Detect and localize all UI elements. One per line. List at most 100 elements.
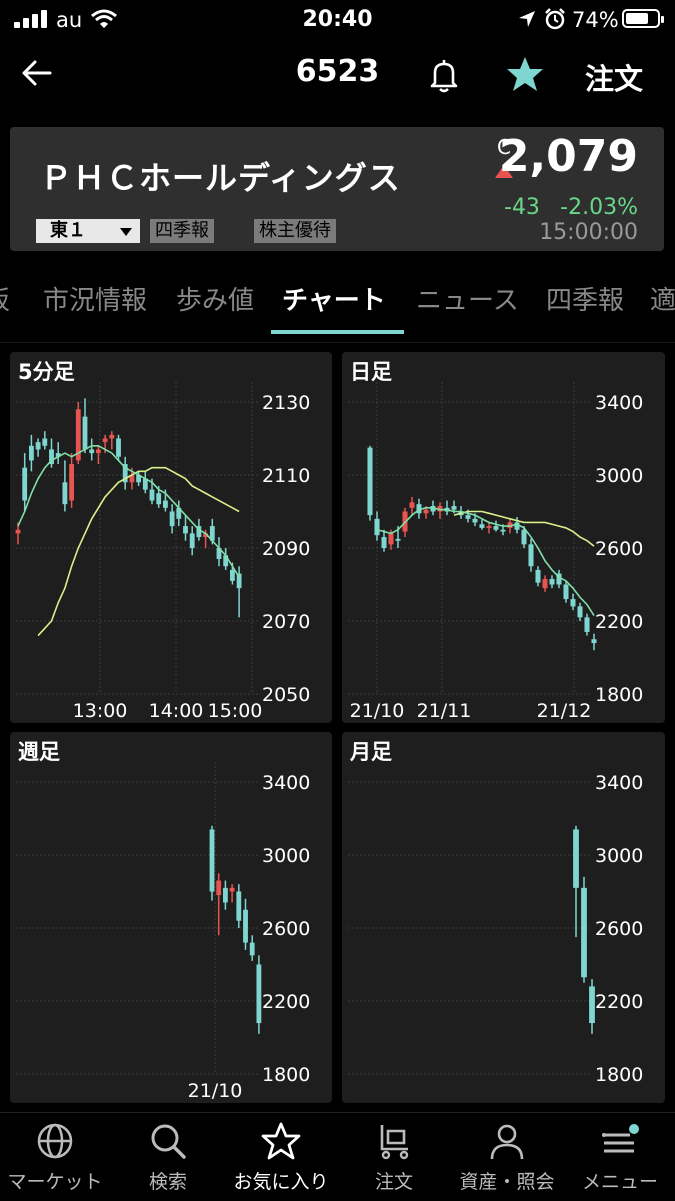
chart-monthly: 3400 3000 2600 2200 1800 — [348, 772, 643, 1086]
chart-panel-weekly[interactable]: 3400 3000 2600 2200 1800 21/10 週足 — [10, 732, 332, 1103]
candle-body — [149, 489, 155, 501]
candle-body — [222, 887, 228, 903]
nav-bar: 6523 注文 — [0, 40, 675, 110]
candle-body — [493, 526, 499, 530]
bottom-tab-label: メニュー — [581, 1171, 658, 1193]
candle-body — [28, 445, 34, 461]
chart-title-monthly: 月足 — [350, 740, 392, 764]
search-icon — [151, 1124, 186, 1159]
chart-panel-monthly[interactable]: 3400 3000 2600 2200 1800 月足 — [342, 732, 665, 1103]
candle-body — [374, 518, 380, 536]
candle-body — [479, 524, 485, 528]
y-tick-label: 2200 — [262, 991, 310, 1013]
candle-body — [423, 509, 429, 514]
x-tick-label: 21/10 — [188, 1080, 243, 1102]
chart-title-5min: 5分足 — [18, 360, 75, 384]
bottom-tab-search[interactable]: 検索 — [113, 1121, 223, 1194]
candle-body — [388, 533, 394, 545]
candle-body — [256, 964, 262, 1024]
tab-more[interactable]: 適 — [650, 280, 675, 317]
quote-card: ＰＨＣホールディングス C 2,079 -43 -2.03% 15:00:00 … — [10, 127, 664, 251]
tab-news[interactable]: ニュース — [416, 280, 519, 317]
candle-body — [584, 617, 590, 632]
candle-body — [535, 569, 541, 583]
candle-body — [486, 526, 492, 528]
y-tick-label: 3400 — [262, 772, 310, 794]
y-tick-label: 3400 — [595, 772, 643, 794]
candle-body — [528, 544, 534, 567]
candle-body — [229, 887, 235, 892]
globe-icon — [37, 1123, 73, 1159]
chart-title-daily: 日足 — [350, 360, 392, 384]
candle-body — [95, 449, 101, 454]
x-tick-label: 15:00 — [208, 700, 263, 722]
candle-body — [35, 442, 41, 450]
candle-body — [472, 518, 478, 523]
candle-body — [15, 529, 21, 534]
y-tick-label: 3000 — [595, 465, 643, 487]
divider — [0, 342, 675, 343]
bottom-tab-menu[interactable]: メニュー — [565, 1121, 675, 1194]
bottom-tab-market[interactable]: マーケット — [0, 1121, 110, 1194]
candle-body — [570, 599, 576, 607]
candle-body — [577, 606, 583, 618]
price-change-percent: -2.03% — [560, 195, 638, 220]
price-change: -43 — [504, 195, 540, 220]
bottom-tab-favorites[interactable]: お気に入り — [226, 1121, 336, 1194]
x-tick-label: 21/12 — [537, 700, 592, 722]
y-tick-label: 2090 — [262, 538, 310, 560]
y-tick-label: 3400 — [595, 392, 643, 414]
tab-chart[interactable]: チャート — [282, 280, 386, 317]
y-tick-label: 1800 — [595, 1064, 643, 1086]
chart-weekly: 3400 3000 2600 2200 1800 21/10 — [16, 762, 310, 1102]
candle-body — [183, 526, 188, 534]
candle-body — [162, 500, 168, 508]
menu-icon — [602, 1124, 639, 1153]
person-icon — [490, 1124, 524, 1160]
chart-5min: 2130 2110 2090 2070 2050 13:00 14:00 15:00 — [15, 382, 310, 722]
bell-icon[interactable] — [425, 56, 463, 94]
bottom-tab-assets[interactable]: 資産・照会 — [452, 1121, 562, 1194]
y-tick-label: 2200 — [595, 611, 643, 633]
market-label: 東１ — [50, 220, 86, 241]
battery-percent: 74% — [572, 8, 619, 32]
y-tick-label: 2130 — [262, 392, 310, 414]
info-tabs: 板 市況情報 歩み値 チャート ニュース 四季報 適 — [0, 262, 675, 340]
y-tick-label: 2050 — [262, 684, 310, 706]
tab-shikiho[interactable]: 四季報 — [546, 280, 624, 317]
chart-panel-daily[interactable]: 3400 3000 2600 2200 1800 21/10 21/11 21/12 日足 — [342, 352, 665, 723]
y-tick-label: 1800 — [262, 1064, 310, 1086]
shikiho-tag[interactable]: 四季報 — [150, 219, 214, 243]
y-tick-label: 3000 — [262, 845, 310, 867]
x-tick-label: 21/11 — [417, 700, 472, 722]
active-tab-indicator — [271, 330, 404, 334]
candle-body — [521, 529, 527, 545]
market-select[interactable]: 東１ — [36, 219, 140, 243]
bottom-tab-label: お気に入り — [233, 1171, 329, 1193]
shareholder-benefit-tag[interactable]: 株主優待 — [254, 219, 336, 243]
candle-body — [42, 438, 48, 446]
tab-market-info[interactable]: 市況情報 — [43, 280, 147, 317]
candle-body — [249, 942, 255, 956]
moving-average-long — [37, 466, 240, 637]
chart-title-weekly: 週足 — [18, 740, 60, 764]
chart-panel-5min[interactable]: 2130 2110 2090 2070 2050 13:00 14:00 15:00 5分足 — [10, 352, 332, 723]
candle-body — [409, 502, 415, 508]
tab-board[interactable]: 板 — [0, 280, 10, 317]
bottom-tab-bar: マーケット 検索 お気に入り 注文 資産・照会 メニュー — [0, 1112, 675, 1201]
bottom-tab-order[interactable]: 注文 — [339, 1121, 449, 1194]
favorite-star-icon[interactable] — [505, 54, 545, 94]
y-tick-label: 2200 — [595, 991, 643, 1013]
candle-body — [573, 829, 579, 888]
y-tick-label: 2600 — [262, 918, 310, 940]
bottom-tab-label: 注文 — [374, 1171, 413, 1193]
tab-tick[interactable]: 歩み値 — [176, 280, 254, 317]
bottom-tab-label: 資産・照会 — [459, 1171, 555, 1193]
candle-body — [229, 569, 235, 581]
candle-body — [116, 438, 121, 457]
order-button[interactable]: 注文 — [585, 56, 643, 98]
candle-body — [22, 467, 28, 501]
battery-icon — [622, 9, 664, 28]
current-price: 2,079 — [498, 131, 638, 182]
candle-body — [82, 416, 88, 450]
